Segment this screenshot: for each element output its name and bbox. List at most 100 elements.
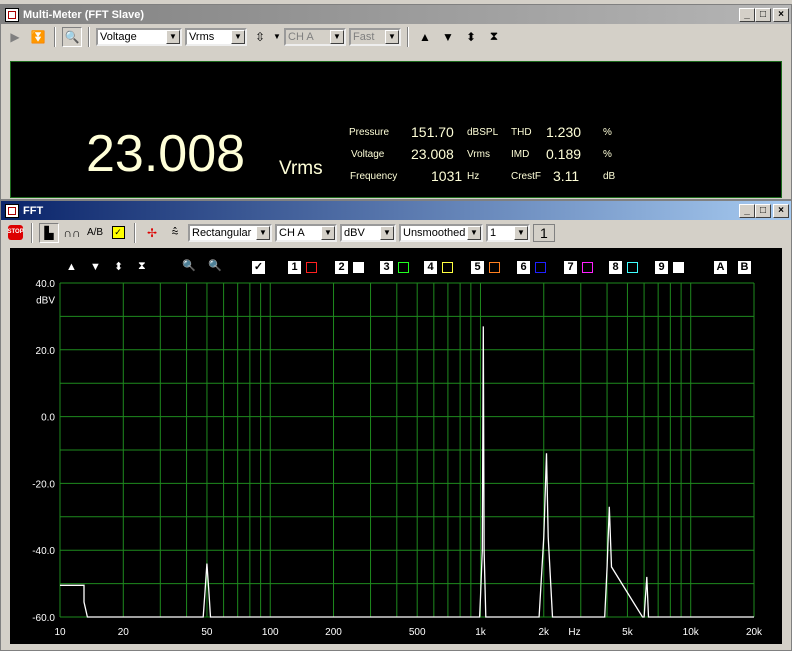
smoothing-select[interactable]: Unsmoothed ▼ bbox=[399, 223, 483, 242]
channel-select[interactable]: CH A ▼ bbox=[284, 27, 346, 46]
average-select[interactable]: 1 ▼ bbox=[486, 223, 530, 242]
speed-select[interactable]: Fast ▼ bbox=[349, 27, 401, 46]
cursor-b-button[interactable]: B bbox=[738, 261, 751, 274]
readout-unit: dBSPL bbox=[467, 127, 499, 138]
chevron-down-icon: ▼ bbox=[467, 225, 481, 240]
distortion-label: IMD bbox=[511, 149, 530, 160]
trace-9-color[interactable] bbox=[673, 262, 684, 273]
distortion-label: THD bbox=[511, 127, 532, 138]
speed-select-value: Fast bbox=[353, 30, 375, 43]
readout-value: 1031 bbox=[431, 168, 463, 184]
close-button[interactable]: × bbox=[773, 203, 789, 218]
trace-2-number[interactable]: 2 bbox=[335, 261, 348, 274]
fft-toolbar: STOP ▙ ∩∩ A/B ✓ ✢ ⩯ Rectangular ▼ CH A ▼ d… bbox=[1, 220, 791, 245]
multimeter-toolbar: ▶ ⏬ 🔍 Voltage ▼ Vrms ▼ ⇳ ▼ CH A ▼ Fast ▼ ▲ ▼… bbox=[1, 24, 791, 49]
main-unit: Vrms bbox=[279, 158, 323, 179]
compress-vertical-icon[interactable]: ⧗ bbox=[138, 260, 146, 273]
trace-4-color[interactable] bbox=[442, 262, 453, 273]
trace-1-color[interactable] bbox=[306, 262, 317, 273]
main-value: 23.008 bbox=[86, 125, 246, 183]
waveform-icon[interactable]: ∩∩ bbox=[62, 223, 82, 243]
toolbar-separator bbox=[88, 26, 90, 47]
trace-3-number[interactable]: 3 bbox=[380, 261, 393, 274]
autorange-icon[interactable]: ⇳ bbox=[250, 27, 270, 47]
arrow-up-icon[interactable]: ▲ bbox=[415, 27, 435, 47]
fft-channel-select[interactable]: CH A ▼ bbox=[275, 223, 337, 242]
function-select-value: Voltage bbox=[100, 30, 137, 43]
minimize-button[interactable]: _ bbox=[739, 7, 755, 22]
trace-6-color[interactable] bbox=[535, 262, 546, 273]
trace-7-color[interactable] bbox=[582, 262, 593, 273]
app-icon bbox=[5, 203, 19, 218]
trace-8-number[interactable]: 8 bbox=[609, 261, 622, 274]
arrow-up-icon[interactable]: ▲ bbox=[66, 261, 77, 273]
unit-select[interactable]: Vrms ▼ bbox=[185, 27, 247, 46]
trace-2-color[interactable] bbox=[353, 262, 364, 273]
checklist-icon[interactable]: ✓ bbox=[108, 223, 128, 243]
multimeter-titlebar[interactable]: Multi-Meter (FFT Slave) _ □ × bbox=[1, 5, 791, 24]
trace-3-color[interactable] bbox=[398, 262, 409, 273]
readout-label: Pressure bbox=[349, 127, 390, 138]
function-select[interactable]: Voltage ▼ bbox=[96, 27, 182, 46]
fft-unit-select[interactable]: dBV ▼ bbox=[340, 223, 396, 242]
dropdown-arrow-icon[interactable]: ▼ bbox=[273, 27, 281, 47]
fft-unit-select-value: dBV bbox=[344, 226, 365, 239]
distortion-value: 3.11 bbox=[553, 168, 580, 184]
distortion-value: 0.189 bbox=[546, 146, 582, 162]
window-select-value: Rectangular bbox=[192, 226, 252, 239]
compress-vertical-icon[interactable]: ⧗ bbox=[484, 27, 504, 47]
peak-icon[interactable]: ⩯ bbox=[165, 223, 185, 243]
window-select[interactable]: Rectangular ▼ bbox=[188, 223, 272, 242]
zoom-out-icon[interactable]: 🔍 bbox=[208, 259, 222, 272]
trace-5-number[interactable]: 5 bbox=[471, 261, 484, 274]
trace-7-number[interactable]: 7 bbox=[564, 261, 577, 274]
distortion-unit: dB bbox=[603, 171, 616, 182]
marker-icon[interactable]: ✢ bbox=[142, 223, 162, 243]
zoom-icon[interactable]: 🔍 bbox=[62, 26, 82, 47]
trace-9-number[interactable]: 9 bbox=[655, 261, 668, 274]
chevron-down-icon: ▼ bbox=[321, 225, 335, 240]
distortion-value: 1.230 bbox=[546, 124, 582, 140]
distortion-label: CrestF bbox=[511, 171, 541, 182]
trace-6-number[interactable]: 6 bbox=[517, 261, 530, 274]
readout-unit: Vrms bbox=[467, 149, 490, 160]
expand-vertical-icon[interactable]: ⬍ bbox=[114, 260, 123, 273]
trace-5-color[interactable] bbox=[489, 262, 500, 273]
minimize-button[interactable]: _ bbox=[739, 203, 755, 218]
distortion-unit: % bbox=[603, 127, 612, 138]
arrow-down-icon[interactable]: ▼ bbox=[90, 261, 101, 273]
chevron-down-icon: ▼ bbox=[514, 225, 528, 240]
multimeter-title: Multi-Meter (FFT Slave) bbox=[23, 8, 145, 21]
step-down-icon[interactable]: ⏬ bbox=[28, 27, 48, 47]
maximize-button[interactable]: □ bbox=[755, 203, 771, 218]
toolbar-separator bbox=[407, 26, 409, 47]
close-button[interactable]: × bbox=[773, 7, 789, 22]
trace-8-color[interactable] bbox=[627, 262, 638, 273]
chevron-down-icon: ▼ bbox=[380, 225, 394, 240]
fft-title: FFT bbox=[23, 204, 44, 217]
stop-icon[interactable]: STOP bbox=[5, 223, 25, 243]
fft-channel-select-value: CH A bbox=[279, 226, 305, 239]
cursor-a-button[interactable]: A bbox=[714, 261, 727, 274]
readout-unit: Hz bbox=[467, 171, 480, 182]
trace-4-number[interactable]: 4 bbox=[424, 261, 437, 274]
ab-compare-icon[interactable]: A/B bbox=[85, 223, 105, 243]
meter-display: 23.008 Vrms Pressure 151.70 dBSPL Voltag… bbox=[10, 61, 782, 198]
chevron-down-icon: ▼ bbox=[330, 29, 344, 44]
zoom-in-icon[interactable]: 🔍 bbox=[182, 259, 196, 272]
maximize-button[interactable]: □ bbox=[755, 7, 771, 22]
arrow-down-icon[interactable]: ▼ bbox=[438, 27, 458, 47]
chevron-down-icon: ▼ bbox=[231, 29, 245, 44]
show-all-checkbox[interactable]: ✓ bbox=[252, 261, 265, 274]
smoothing-select-value: Unsmoothed bbox=[403, 226, 466, 239]
chevron-down-icon: ▼ bbox=[166, 29, 180, 44]
fft-plot-area: ▲ ▼ ⬍ ⧗ 🔍 🔍 ✓ 1 2 3 4 5 6 7 8 9 A B bbox=[10, 248, 782, 644]
average-select-value: 1 bbox=[490, 226, 497, 239]
chevron-down-icon: ▼ bbox=[256, 225, 270, 240]
fft-titlebar[interactable]: FFT _ □ × bbox=[1, 201, 791, 220]
average-count: 1 bbox=[533, 223, 555, 242]
spectrum-icon[interactable]: ▙ bbox=[39, 222, 59, 243]
run-icon[interactable]: ▶ bbox=[5, 27, 25, 47]
trace-1-number[interactable]: 1 bbox=[288, 261, 301, 274]
expand-vertical-icon[interactable]: ⬍ bbox=[461, 27, 481, 47]
